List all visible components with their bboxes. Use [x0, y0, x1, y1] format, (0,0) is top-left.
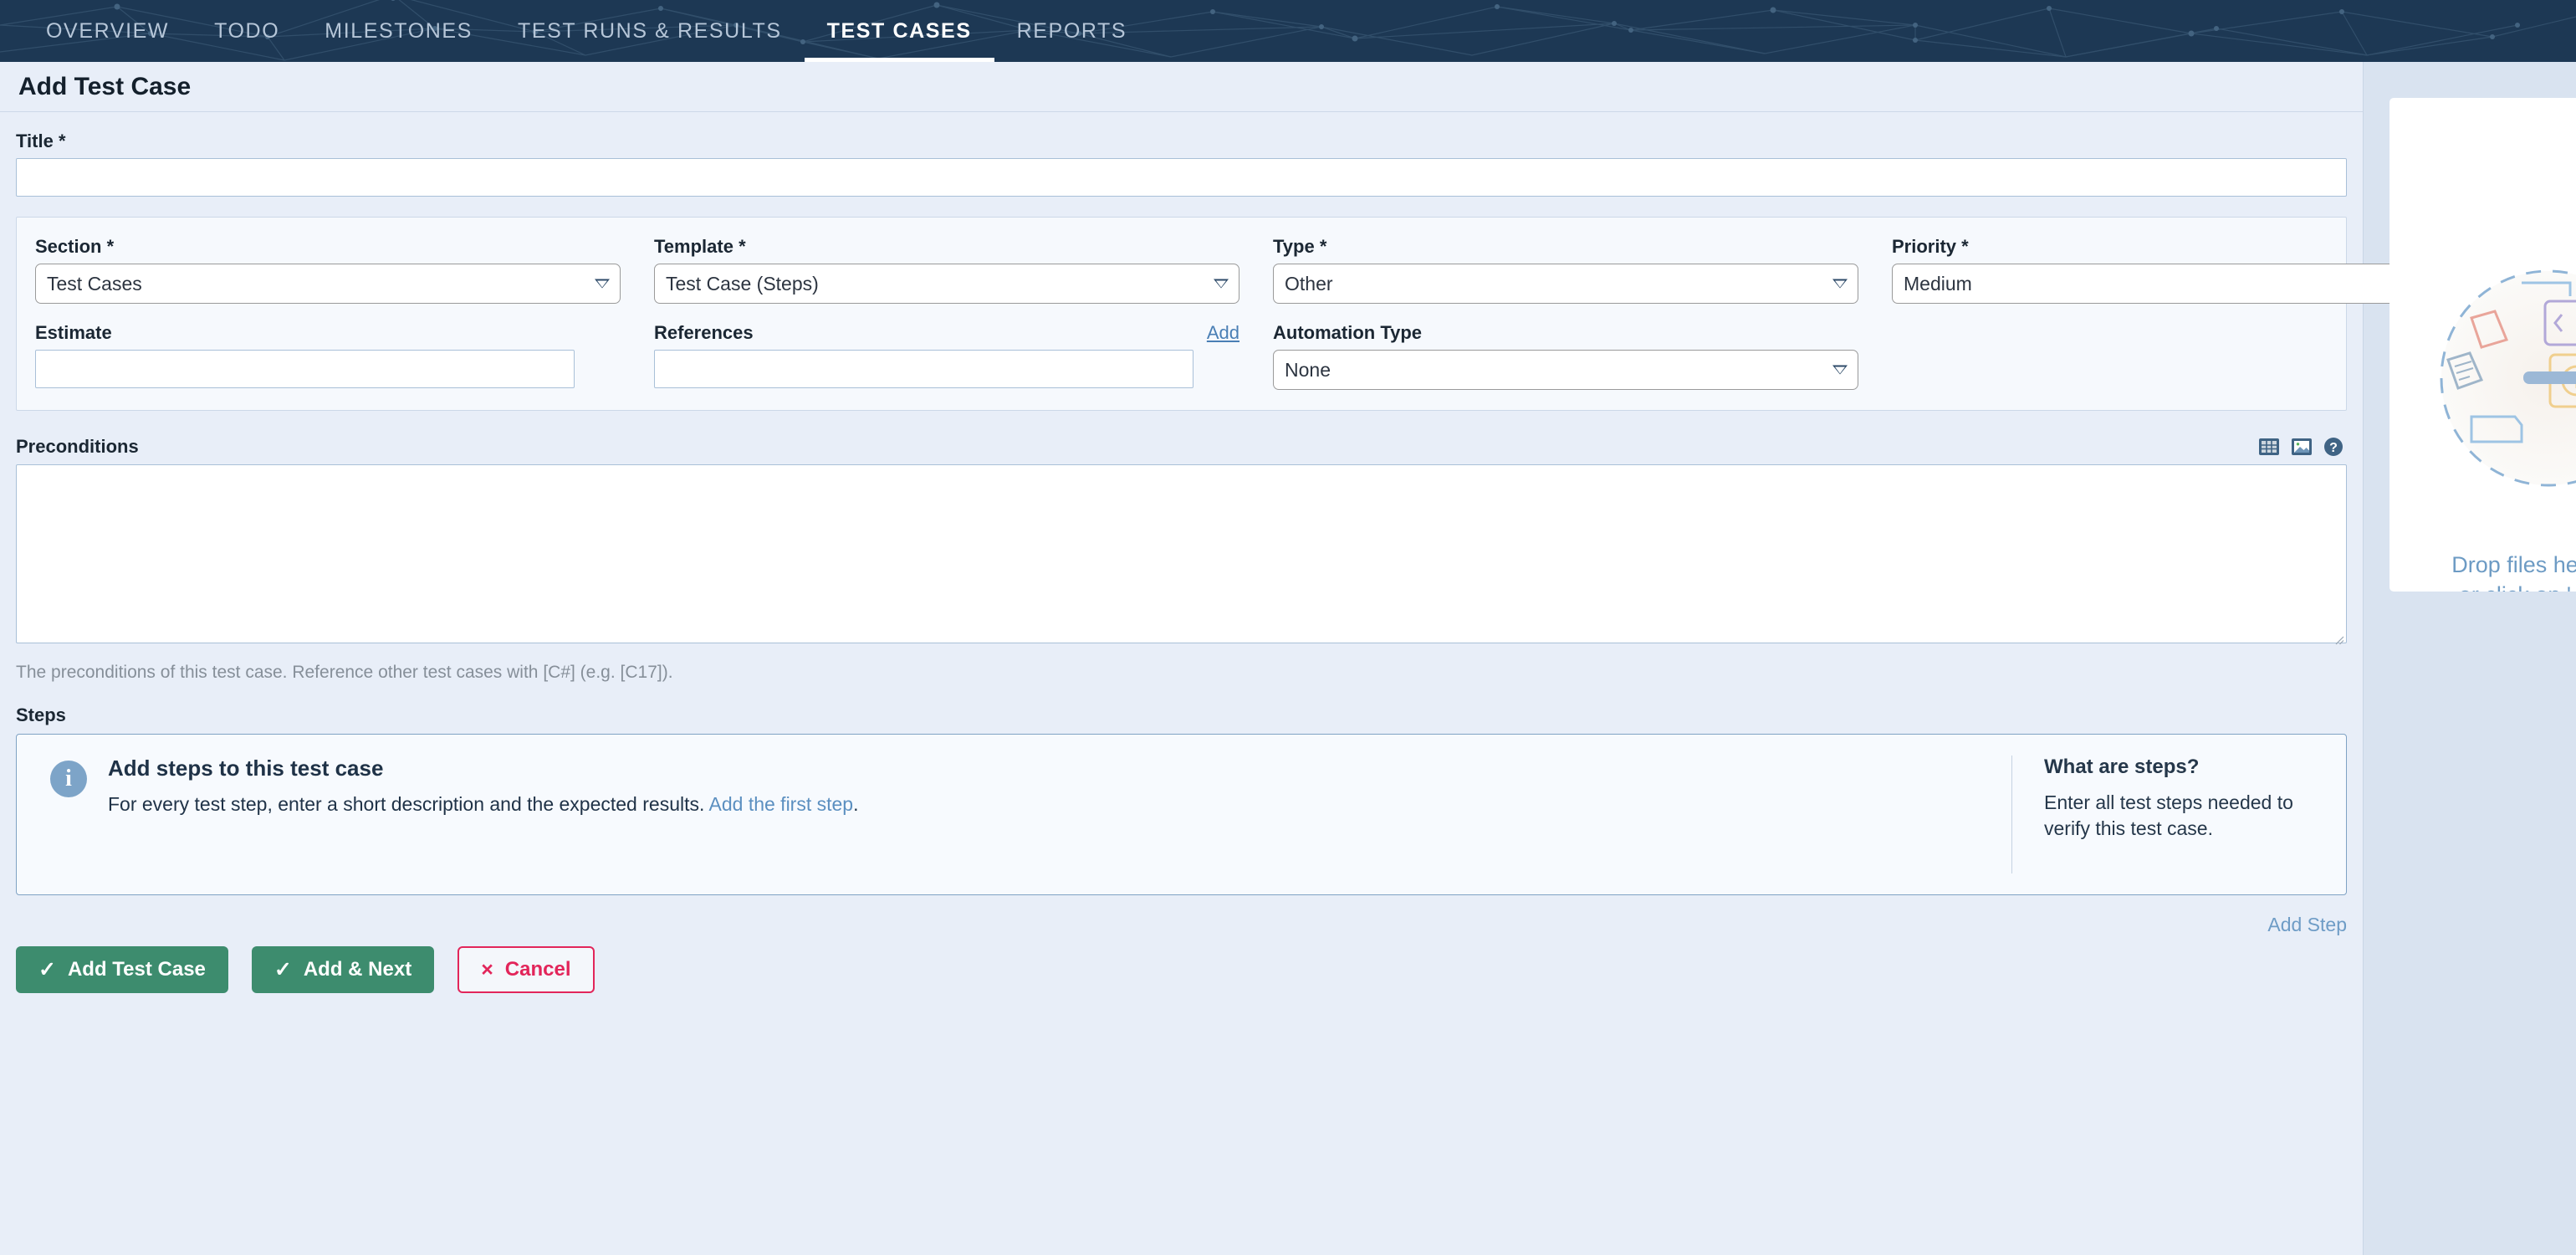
nav-item-label: Test Cases — [827, 19, 972, 44]
references-input[interactable] — [654, 350, 1193, 388]
section-field: Section * Test Cases — [35, 236, 621, 304]
section-select-value: Test Cases — [47, 273, 142, 295]
title-label: Title * — [16, 131, 2347, 152]
references-label: References — [654, 322, 754, 344]
title-field-block: Title * — [16, 131, 2347, 197]
file-dropzone-text: Drop files he or click on ' — [2389, 550, 2576, 592]
steps-message-text: Add steps to this test case For every te… — [108, 756, 858, 873]
section-select-wrap: Test Cases — [35, 264, 621, 304]
svg-text:?: ? — [2329, 441, 2338, 455]
image-icon[interactable] — [2291, 438, 2313, 456]
steps-label: Steps — [16, 704, 2347, 726]
nav-item-milestones[interactable]: Milestones — [302, 0, 495, 62]
nav-item-label: Reports — [1017, 19, 1127, 44]
type-select-value: Other — [1285, 273, 1333, 295]
preconditions-textarea[interactable] — [16, 464, 2347, 643]
add-and-next-button[interactable]: ✓ Add & Next — [252, 946, 434, 993]
add-step-link[interactable]: Add Step — [2267, 914, 2347, 936]
help-icon[interactable]: ? — [2323, 437, 2343, 457]
nav-item-label: Test Runs & Results — [518, 19, 782, 44]
automation-type-select-wrap: None — [1273, 350, 1858, 390]
nav-item-test-runs-and-results[interactable]: Test Runs & Results — [495, 0, 805, 62]
add-and-next-button-label: Add & Next — [304, 958, 411, 981]
nav-item-overview[interactable]: Overview — [23, 0, 192, 62]
file-upload-illustration — [2423, 253, 2576, 504]
cancel-button[interactable]: × Cancel — [457, 946, 594, 993]
nav-item-reports[interactable]: Reports — [994, 0, 1150, 62]
page-title: Add Test Case — [18, 73, 191, 101]
add-first-step-link[interactable]: Add the first step — [709, 793, 854, 815]
template-select[interactable]: Test Case (Steps) — [654, 264, 1239, 304]
info-icon: i — [50, 761, 87, 797]
preconditions-header: Preconditions — [16, 436, 2347, 458]
editor-toolbar: ? — [2258, 437, 2343, 457]
automation-type-select[interactable]: None — [1273, 350, 1858, 390]
estimate-label: Estimate — [35, 322, 621, 344]
steps-description: For every test step, enter a short descr… — [108, 793, 858, 816]
type-label: Type * — [1273, 236, 1858, 258]
cancel-button-label: Cancel — [505, 958, 571, 981]
attachments-column: Drop files he or click on ' — [2364, 62, 2576, 1255]
section-select[interactable]: Test Cases — [35, 264, 621, 304]
close-icon: × — [481, 960, 493, 981]
nav-item-label: Overview — [46, 19, 169, 44]
table-icon[interactable] — [2258, 438, 2280, 456]
add-test-case-button-label: Add Test Case — [68, 958, 206, 981]
priority-select-value: Medium — [1904, 273, 1972, 295]
steps-empty-state-box: i Add steps to this test case For every … — [16, 734, 2347, 895]
preconditions-label: Preconditions — [16, 436, 139, 458]
preconditions-editor-wrap — [16, 464, 2347, 648]
template-select-wrap: Test Case (Steps) — [654, 264, 1239, 304]
references-field: References Add — [654, 322, 1239, 390]
file-dropzone-line-2: or click on ' — [2389, 580, 2576, 592]
references-label-row: References Add — [654, 322, 1239, 350]
type-field: Type * Other — [1273, 236, 1858, 304]
automation-type-label: Automation Type — [1273, 322, 1858, 344]
form-actions: ✓ Add Test Case ✓ Add & Next × Cancel — [16, 946, 2347, 1027]
type-select[interactable]: Other — [1273, 264, 1858, 304]
steps-heading: Add steps to this test case — [108, 756, 858, 781]
nav-item-test-cases[interactable]: Test Cases — [805, 0, 994, 62]
template-select-value: Test Case (Steps) — [666, 273, 819, 295]
steps-description-tail: . — [853, 793, 858, 815]
type-select-wrap: Other — [1273, 264, 1858, 304]
steps-aside: What are steps? Enter all test steps nee… — [2011, 756, 2346, 873]
file-dropzone[interactable]: Drop files he or click on ' — [2389, 98, 2576, 592]
attributes-panel: Section * Test Cases Template * Te — [16, 217, 2347, 411]
template-label: Template * — [654, 236, 1239, 258]
attributes-row-1: Section * Test Cases Template * Te — [35, 236, 2328, 304]
add-step-row: Add Step — [16, 914, 2347, 936]
section-label: Section * — [35, 236, 621, 258]
nav-item-list: Overview Todo Milestones Test Runs & Res… — [0, 0, 2576, 62]
steps-message: i Add steps to this test case For every … — [17, 756, 2011, 873]
add-test-case-form: Title * Section * Test Cases — [0, 112, 2363, 1027]
estimate-input[interactable] — [35, 350, 575, 388]
page-shell: Add Test Case Title * Section * Test Cas… — [0, 62, 2576, 1255]
steps-aside-title: What are steps? — [2044, 756, 2329, 779]
steps-description-text: For every test step, enter a short descr… — [108, 793, 709, 815]
estimate-field: Estimate — [35, 322, 621, 390]
steps-aside-text: Enter all test steps needed to verify th… — [2044, 790, 2329, 841]
check-icon: ✓ — [274, 960, 292, 981]
references-add-link[interactable]: Add — [1207, 322, 1239, 344]
template-field: Template * Test Case (Steps) — [654, 236, 1239, 304]
main-content-column: Add Test Case Title * Section * Test Cas… — [0, 62, 2364, 1255]
nav-item-label: Milestones — [325, 19, 473, 44]
page-header: Add Test Case — [0, 62, 2363, 112]
preconditions-helper-text: The preconditions of this test case. Ref… — [16, 663, 2347, 683]
nav-item-label: Todo — [214, 19, 279, 44]
add-test-case-button[interactable]: ✓ Add Test Case — [16, 946, 228, 993]
automation-type-field: Automation Type None — [1273, 322, 1858, 390]
check-icon: ✓ — [38, 960, 56, 981]
nav-item-todo[interactable]: Todo — [192, 0, 302, 62]
attributes-row-2: Estimate References Add Automation Type — [35, 304, 2328, 390]
title-input[interactable] — [16, 158, 2347, 197]
automation-type-select-value: None — [1285, 359, 1331, 382]
top-navigation-bar: Overview Todo Milestones Test Runs & Res… — [0, 0, 2576, 62]
file-dropzone-line-1: Drop files he — [2389, 550, 2576, 580]
